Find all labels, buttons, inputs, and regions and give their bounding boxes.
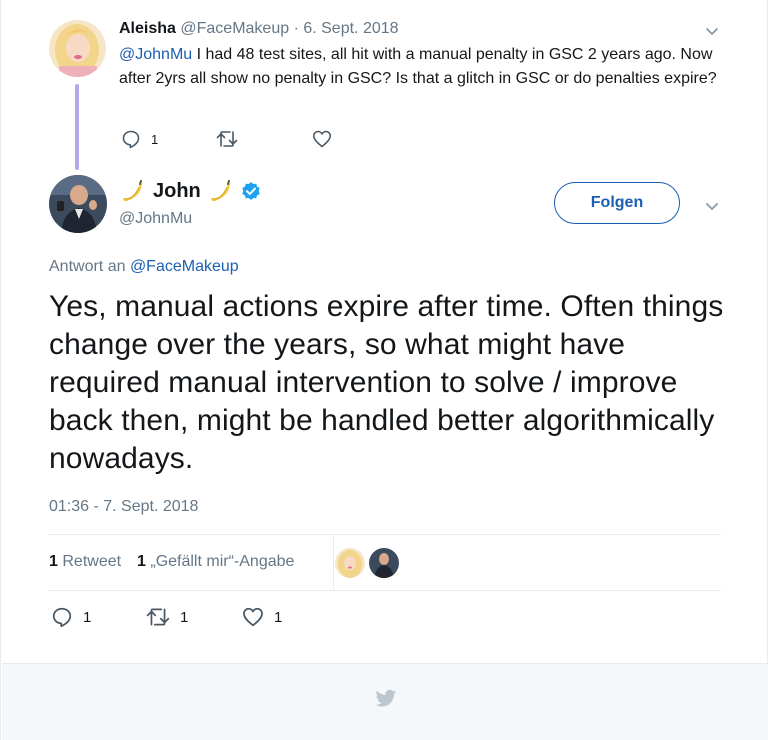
like-stat-count: 1 [137,553,146,570]
liker-avatar-aleisha[interactable] [335,548,365,578]
banana-emoji-icon [207,178,233,204]
reply-action[interactable]: 1 [51,606,91,628]
embedded-tweet-card: Aleisha @FaceMakeup · 6. Sept. 2018 @Joh… [0,0,768,740]
reply-icon [51,606,73,628]
chevron-down-icon[interactable] [705,199,719,213]
parent-author-handle[interactable]: @FaceMakeup [180,20,289,37]
parent-tweet[interactable]: Aleisha @FaceMakeup · 6. Sept. 2018 @Joh… [1,0,768,170]
banana-emoji-icon [119,178,145,204]
embed-footer [2,663,768,740]
follow-button[interactable]: Folgen [554,182,680,224]
main-author-name-row[interactable]: John [119,177,261,205]
retweet-icon [146,606,170,628]
heart-icon [312,129,332,149]
reply-to-prefix: Antwort an [49,258,126,275]
twitter-bird-icon[interactable] [374,686,398,710]
reply-icon [121,129,141,149]
divider [49,590,721,591]
chevron-down-icon[interactable] [705,24,719,38]
retweet-stat-count: 1 [49,553,58,570]
like-stat-label: „Gefällt mir“-Angabe [150,553,295,570]
heart-icon [242,606,264,628]
retweet-stat-label: Retweet [62,553,122,570]
main-tweet-text: Yes, manual actions expire after time. O… [49,290,724,475]
like-action[interactable] [312,128,342,150]
reply-context: Antwort an @FaceMakeup [49,258,239,276]
parent-tweet-body: I had 48 test sites, all hit with a manu… [119,46,717,87]
retweet-stat[interactable]: 1 Retweet [49,553,121,571]
avatar-john[interactable] [49,175,107,233]
retweet-icon [216,129,238,149]
liker-avatar-john[interactable] [369,548,399,578]
like-action[interactable]: 1 [242,606,282,628]
retweet-action[interactable]: 1 [146,606,188,628]
parent-tweet-text: @JohnMu I had 48 test sites, all hit wit… [119,43,719,91]
tweet-timestamp[interactable]: 01:36 - 7. Sept. 2018 [49,498,198,516]
like-stat[interactable]: 1 „Gefällt mir“-Angabe [137,553,294,571]
stats-divider [333,534,334,590]
reply-count: 1 [151,131,159,147]
main-author-name[interactable]: John [153,180,201,203]
retweet-action[interactable] [216,128,248,150]
tweet-stats: 1 Retweet 1 „Gefällt mir“-Angabe [49,534,721,590]
mention-link[interactable]: @JohnMu [119,46,192,63]
reply-count: 1 [83,608,92,626]
main-author-handle[interactable]: @JohnMu [119,210,192,228]
parent-tweet-date[interactable]: 6. Sept. 2018 [303,20,398,37]
header-separator: · [293,20,299,37]
avatar-aleisha[interactable] [49,20,106,77]
reply-to-handle-link[interactable]: @FaceMakeup [130,258,239,275]
thread-connector-line [75,84,79,170]
verified-badge-icon [241,181,261,201]
parent-author-name[interactable]: Aleisha [119,20,176,37]
like-count: 1 [274,608,283,626]
reply-action[interactable]: 1 [121,128,158,150]
parent-tweet-header: Aleisha @FaceMakeup · 6. Sept. 2018 [119,19,399,39]
retweet-count: 1 [180,608,189,626]
